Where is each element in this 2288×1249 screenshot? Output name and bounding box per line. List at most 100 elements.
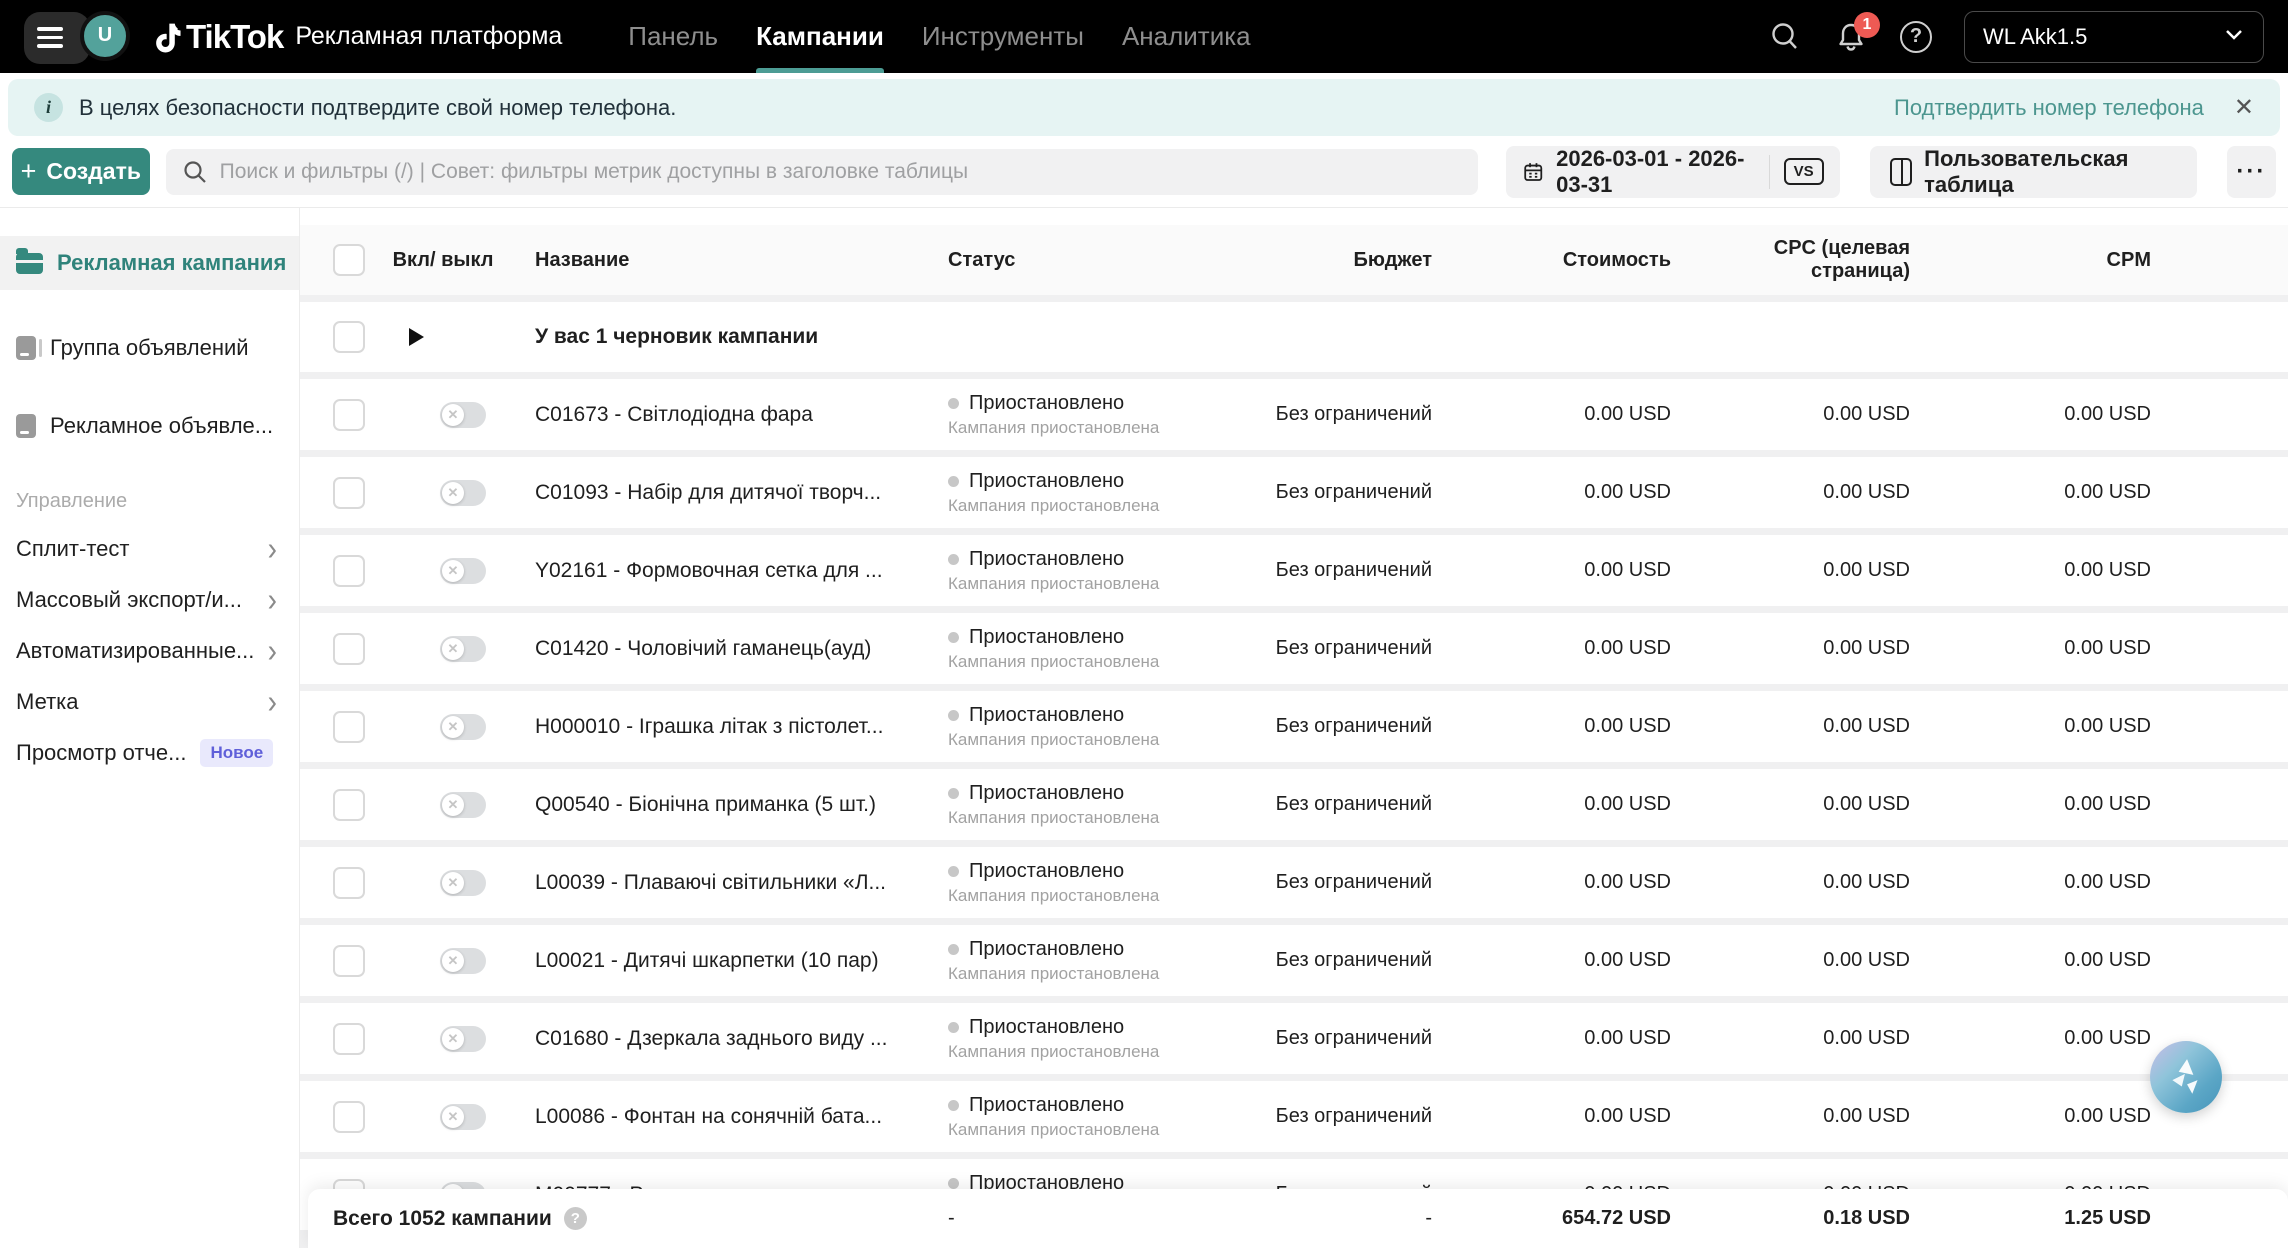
campaign-cpm: 0.00 USD <box>2064 715 2151 737</box>
more-options-button[interactable]: ··· <box>2226 145 2276 198</box>
col-header-cpc[interactable]: CPC (целевая страница) <box>1671 237 1910 283</box>
menu-avatar-combo: U <box>24 9 130 65</box>
campaign-toggle-off[interactable]: ✕ <box>440 557 486 584</box>
campaign-name[interactable]: L00086 - Фонтан на сонячній бата... <box>519 1105 948 1129</box>
campaign-cost: 0.00 USD <box>1584 1105 1671 1127</box>
col-header-budget[interactable]: Бюджет <box>1248 249 1432 272</box>
campaign-row: ✕ L00021 - Дитячі шкарпетки (10 пар) При… <box>300 925 2288 996</box>
row-checkbox[interactable] <box>333 866 365 899</box>
col-header-status[interactable]: Статус <box>948 249 1248 272</box>
campaign-cpc: 0.00 USD <box>1823 949 1910 971</box>
nav-item[interactable]: Инструменты <box>922 0 1084 73</box>
sidebar-management-item[interactable]: Просмотр отче... Новое <box>0 727 299 778</box>
campaign-cpm: 0.00 USD <box>2064 559 2151 581</box>
campaign-toggle-off[interactable]: ✕ <box>440 1103 486 1130</box>
vs-compare-icon[interactable]: VS <box>1783 158 1824 185</box>
campaign-name[interactable]: C01093 - Набір для дитячої творч... <box>519 481 948 505</box>
sidebar-item-campaign[interactable]: Рекламная кампания <box>0 236 299 290</box>
notifications-bell-icon[interactable]: 1 <box>1834 11 1880 54</box>
row-checkbox[interactable] <box>333 944 365 977</box>
campaign-toggle-off[interactable]: ✕ <box>440 713 486 740</box>
account-selector[interactable]: WL Akk1.5 <box>1964 10 2264 63</box>
sidebar-item-adgroup[interactable]: Группа объявлений <box>0 320 299 376</box>
campaign-toggle-off[interactable]: ✕ <box>440 791 486 818</box>
campaign-toggle-off[interactable]: ✕ <box>440 635 486 662</box>
row-checkbox[interactable] <box>333 632 365 665</box>
row-checkbox[interactable] <box>333 1022 365 1055</box>
search-icon[interactable] <box>1768 20 1802 54</box>
ai-assistant-button[interactable] <box>2150 1041 2222 1113</box>
select-all-checkbox[interactable] <box>333 244 365 276</box>
sidebar-management-item[interactable]: Метка › <box>0 676 299 727</box>
search-input[interactable] <box>219 159 1462 184</box>
account-name: WL Akk1.5 <box>1983 23 2088 49</box>
plus-icon: + <box>20 156 37 186</box>
toggle-knob: ✕ <box>442 1105 464 1128</box>
info-icon: i <box>34 93 63 122</box>
nav-item[interactable]: Аналитика <box>1122 0 1251 73</box>
campaign-cost: 0.00 USD <box>1584 481 1671 503</box>
toggle-knob: ✕ <box>442 637 464 660</box>
help-icon[interactable]: ? <box>563 1207 587 1230</box>
row-checkbox[interactable] <box>333 710 365 743</box>
sidebar-management-list: Сплит-тест › Массовый экспорт/и... › Авт… <box>0 523 299 778</box>
campaign-name[interactable]: Y02161 - Формовочная сетка для ... <box>519 559 948 583</box>
create-button[interactable]: + Создать <box>12 148 150 195</box>
campaign-budget: Без ограничений <box>1275 949 1432 971</box>
sidebar: Рекламная кампания Группа объявлений Рек… <box>0 208 300 1248</box>
nav-item[interactable]: Панель <box>628 0 718 73</box>
verify-phone-link[interactable]: Подтвердить номер телефона <box>1894 95 2204 121</box>
row-checkbox[interactable] <box>333 1100 365 1133</box>
custom-table-button[interactable]: Пользовательская таблица <box>1869 145 2197 198</box>
help-icon[interactable]: ? <box>1900 20 1932 53</box>
col-header-cost[interactable]: Стоимость <box>1432 249 1671 272</box>
col-header-cpm[interactable]: CPM <box>1910 249 2151 272</box>
status-dot-icon <box>948 865 959 877</box>
campaign-name[interactable]: H000010 - Іграшка літак з пістолет... <box>519 715 948 739</box>
campaign-row: ✕ C01093 - Набір для дитячої творч... Пр… <box>300 457 2288 528</box>
close-icon[interactable]: ✕ <box>2234 93 2254 122</box>
expand-triangle-icon[interactable] <box>409 328 424 346</box>
col-header-toggle: Вкл/ выкл <box>392 249 494 271</box>
campaign-name[interactable]: L00039 - Плаваючі світильники «Л... <box>519 871 948 895</box>
sidebar-management-item[interactable]: Сплит-тест › <box>0 523 299 574</box>
campaign-toggle-off[interactable]: ✕ <box>440 1025 486 1052</box>
summary-status: - <box>948 1207 955 1229</box>
sidebar-management-item[interactable]: Массовый экспорт/и... › <box>0 574 299 625</box>
toggle-knob: ✕ <box>442 559 464 582</box>
sidebar-management-item[interactable]: Автоматизированные... › <box>0 625 299 676</box>
status-subtext: Кампания приостановлена <box>948 573 1160 593</box>
new-badge: Новое <box>200 738 274 767</box>
avatar[interactable]: U <box>80 10 130 61</box>
col-header-name[interactable]: Название <box>519 249 948 272</box>
draft-notice[interactable]: У вас 1 черновик кампании <box>519 325 948 349</box>
campaign-toggle-off[interactable]: ✕ <box>440 479 486 506</box>
campaign-name[interactable]: C01673 - Світлодіодна фара <box>519 403 948 427</box>
summary-cpm: 1.25 USD <box>2064 1207 2151 1229</box>
row-checkbox[interactable] <box>333 554 365 587</box>
status-subtext: Кампания приостановлена <box>948 963 1160 983</box>
campaign-cpc: 0.00 USD <box>1823 403 1910 425</box>
file-icon <box>16 414 36 438</box>
campaign-status: Приостановлено Кампания приостановлена <box>948 548 1248 594</box>
sidebar-item-ad[interactable]: Рекламное объявле... <box>0 398 299 454</box>
status-subtext: Кампания приостановлена <box>948 885 1160 905</box>
campaign-name[interactable]: C01420 - Чоловічий гаманець(ауд) <box>519 637 948 661</box>
campaign-name[interactable]: C01680 - Дзеркала заднього виду ... <box>519 1027 948 1051</box>
campaign-status: Приостановлено Кампания приостановлена <box>948 1094 1248 1140</box>
campaign-toggle-off[interactable]: ✕ <box>440 947 486 974</box>
nav-item[interactable]: Кампании <box>756 0 884 73</box>
chevron-right-icon: › <box>267 529 277 567</box>
campaign-cost: 0.00 USD <box>1584 793 1671 815</box>
campaign-toggle-off[interactable]: ✕ <box>440 869 486 896</box>
row-checkbox[interactable] <box>333 788 365 821</box>
row-checkbox[interactable] <box>333 398 365 431</box>
campaign-name[interactable]: Q00540 - Біонічна приманка (5 шт.) <box>519 793 948 817</box>
campaign-toggle-off[interactable]: ✕ <box>440 401 486 428</box>
date-range-picker[interactable]: 2026-03-01 - 2026-03-31 VS <box>1505 145 1840 198</box>
row-checkbox[interactable] <box>333 321 365 353</box>
campaign-status: Приостановлено Кампания приостановлена <box>948 392 1248 438</box>
sparkle-icon <box>2172 1059 2198 1094</box>
campaign-name[interactable]: L00021 - Дитячі шкарпетки (10 пар) <box>519 949 948 973</box>
row-checkbox[interactable] <box>333 476 365 509</box>
